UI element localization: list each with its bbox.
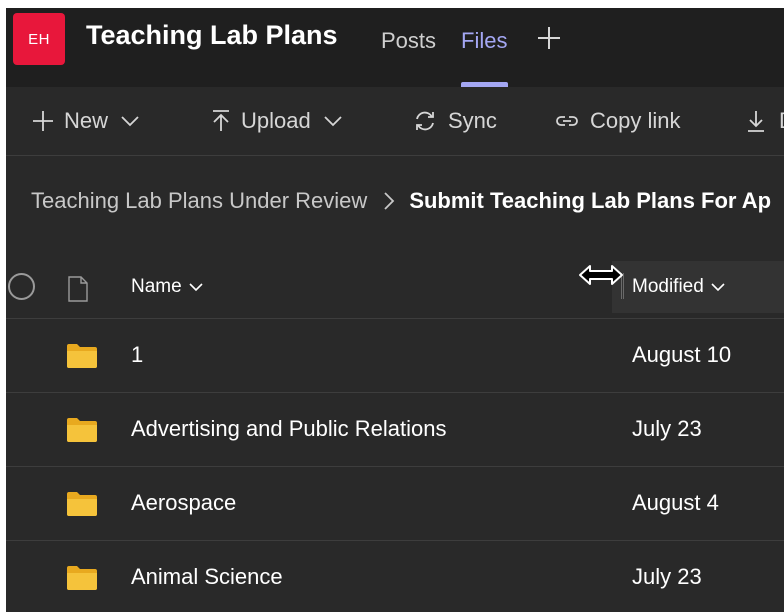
modified-date: July 23	[632, 416, 702, 441]
file-name[interactable]: Aerospace	[131, 490, 236, 516]
folder-icon	[67, 566, 97, 590]
list-item[interactable]: Animal Science July 23	[6, 541, 784, 612]
new-label: New	[64, 108, 109, 133]
sync-label: Sync	[448, 108, 497, 133]
plus-icon	[538, 27, 560, 49]
sync-button[interactable]: Sync	[412, 87, 497, 155]
modified-date: August 10	[632, 342, 732, 367]
modified-column-label: Modified	[632, 276, 704, 297]
file-name[interactable]: 1	[131, 342, 143, 368]
folder-icon	[67, 492, 97, 516]
sync-icon	[416, 111, 434, 131]
breadcrumb-parent[interactable]: Teaching Lab Plans Under Review	[31, 188, 367, 214]
download-button[interactable]: D	[747, 87, 784, 155]
folder-icon	[67, 344, 97, 368]
teams-files-app: EH Teaching Lab Plans Posts Files New Up…	[6, 8, 784, 612]
team-header: EH Teaching Lab Plans Posts Files	[6, 8, 784, 87]
plus-icon	[33, 111, 53, 131]
modified-date: August 4	[632, 490, 719, 515]
file-name[interactable]: Advertising and Public Relations	[131, 416, 447, 442]
download-label: D	[779, 108, 784, 134]
modified-date: July 23	[632, 564, 702, 589]
copy-link-button[interactable]: Copy link	[554, 87, 680, 155]
breadcrumb: Teaching Lab Plans Under Review Submit T…	[31, 188, 771, 214]
list-item[interactable]: Aerospace August 4	[6, 467, 784, 541]
upload-button[interactable]: Upload	[211, 87, 343, 155]
download-icon	[748, 111, 764, 132]
add-tab-button[interactable]	[536, 25, 562, 51]
resize-cursor-icon	[578, 263, 624, 292]
team-avatar[interactable]: EH	[13, 13, 65, 65]
name-column-label: Name	[131, 276, 182, 297]
file-type-icon[interactable]	[66, 276, 90, 307]
new-button[interactable]: New	[32, 87, 140, 155]
upload-label: Upload	[241, 108, 311, 133]
chevron-down-icon	[711, 283, 725, 292]
breadcrumb-current: Submit Teaching Lab Plans For Ap	[409, 188, 772, 213]
command-bar: New Upload Sync Copy link	[6, 87, 784, 156]
folder-icon	[67, 418, 97, 442]
tab-posts[interactable]: Posts	[381, 28, 436, 54]
list-item[interactable]: 1 August 10	[6, 319, 784, 393]
tab-files[interactable]: Files	[461, 28, 507, 54]
list-item[interactable]: Advertising and Public Relations July 23	[6, 393, 784, 467]
upload-icon	[213, 110, 229, 131]
link-icon	[556, 116, 578, 126]
name-column-header[interactable]: Name	[131, 276, 204, 298]
file-name[interactable]: Animal Science	[131, 564, 283, 590]
chevron-down-icon	[121, 116, 139, 127]
chevron-right-icon	[383, 191, 395, 211]
select-all-checkbox[interactable]	[8, 273, 35, 300]
modified-column-header[interactable]: Modified	[632, 276, 726, 298]
chevron-down-icon	[324, 116, 342, 127]
team-title: Teaching Lab Plans	[86, 20, 338, 50]
copy-link-label: Copy link	[590, 108, 681, 133]
chevron-down-icon	[189, 283, 203, 292]
file-list: 1 August 10 Advertising and Public Relat…	[6, 319, 784, 612]
column-header-row: Name Modified	[6, 256, 784, 319]
